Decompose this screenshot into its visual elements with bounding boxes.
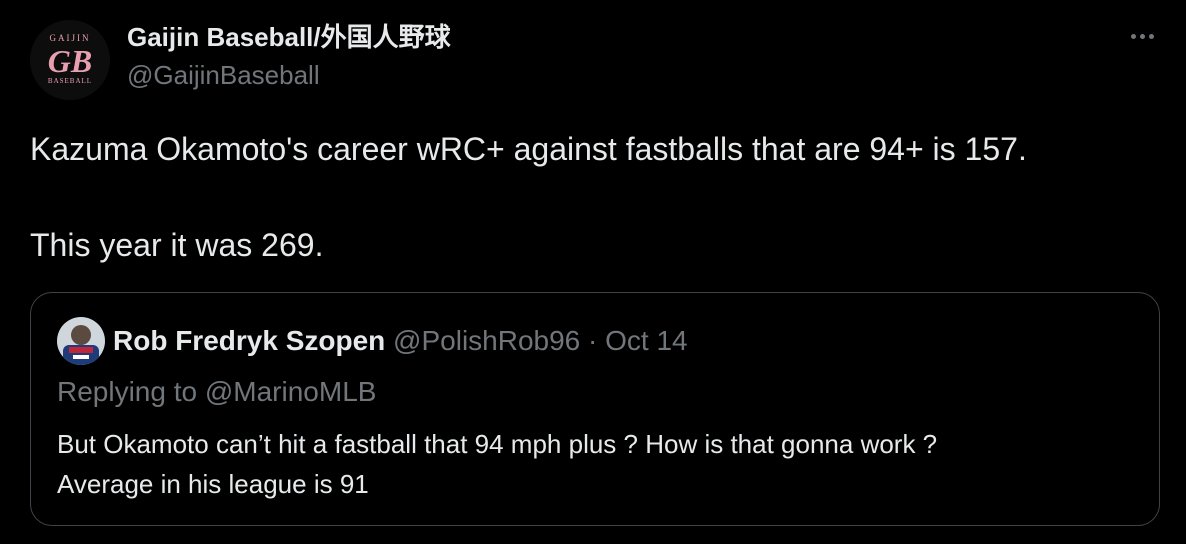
quoted-text-line: Average in his league is 91	[57, 469, 369, 499]
author-display-name[interactable]: Gaijin Baseball/外国人野球	[127, 20, 451, 54]
author-handle[interactable]: @GaijinBaseball	[127, 58, 320, 92]
quoted-display-name[interactable]: Rob Fredryk Szopen	[113, 325, 385, 356]
gaijin-baseball-logo-icon: GAIJIN GB BASEBALL	[30, 20, 110, 100]
quoted-tweet[interactable]: Rob Fredryk Szopen @PolishRob96 · Oct 14…	[30, 292, 1160, 526]
separator-dot: ·	[588, 325, 598, 356]
svg-text:GAIJIN: GAIJIN	[50, 33, 91, 43]
ellipsis-icon	[1139, 33, 1145, 39]
replying-to[interactable]: Replying to @MarinoMLB	[57, 375, 376, 409]
quoted-tweet-header: Rob Fredryk Szopen @PolishRob96 · Oct 14	[113, 324, 688, 358]
author-avatar[interactable]: GAIJIN GB BASEBALL	[30, 20, 110, 100]
tweet-text-line: This year it was 269.	[30, 227, 324, 263]
quoted-date[interactable]: Oct 14	[605, 325, 687, 356]
more-options-button[interactable]	[1122, 22, 1162, 50]
user-avatar-icon	[57, 317, 105, 365]
svg-text:GB: GB	[48, 43, 92, 79]
svg-text:BASEBALL: BASEBALL	[48, 77, 92, 85]
quoted-author-avatar[interactable]	[57, 317, 105, 365]
quoted-tweet-text: But Okamoto can’t hit a fastball that 94…	[57, 424, 937, 504]
tweet-text-line: Kazuma Okamoto's career wRC+ against fas…	[30, 131, 1027, 167]
ellipsis-icon	[1130, 33, 1136, 39]
quoted-text-line: But Okamoto can’t hit a fastball that 94…	[57, 429, 938, 459]
ellipsis-icon	[1148, 33, 1154, 39]
tweet: GAIJIN GB BASEBALL Gaijin Baseball/外国人野球…	[0, 0, 1186, 544]
quoted-handle[interactable]: @PolishRob96	[393, 325, 580, 356]
